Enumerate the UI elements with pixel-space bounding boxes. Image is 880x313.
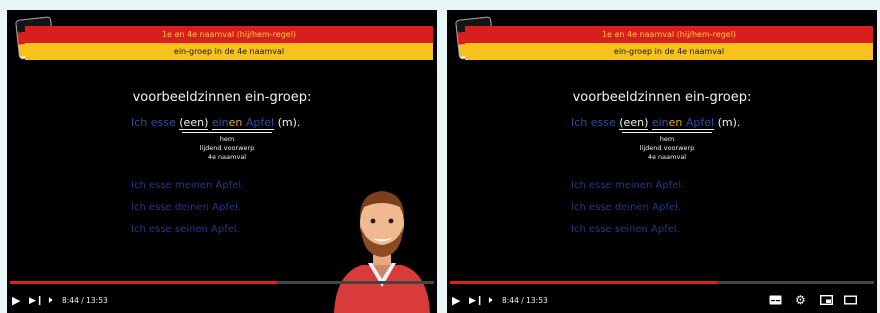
- example-line: Ich esse seinen Apfel.: [571, 224, 680, 235]
- banner-title: 1e en 4e naamval (hij/hem-regel): [25, 26, 433, 43]
- gloss-object: lijdend voorwerp: [199, 144, 255, 152]
- banner-subtitle: ein-groep in de 4e naamval: [25, 43, 433, 60]
- sentence-ending: en: [228, 116, 243, 129]
- example-sentence: Ich esse (een) einen Apfel (m).: [131, 116, 301, 130]
- sentence-gender: (m).: [717, 116, 741, 129]
- gloss: hem lijdend voorwerp 4e naamval: [167, 135, 287, 162]
- sentence-ending: en: [668, 116, 683, 129]
- example-line: Ich esse meinen Apfel.: [131, 180, 245, 191]
- slide-heading: voorbeeldzinnen ein-groep:: [132, 90, 312, 105]
- example-line: Ich esse deinen Apfel.: [131, 202, 241, 213]
- volume-icon[interactable]: 🕨: [486, 294, 492, 308]
- example-line: Ich esse deinen Apfel.: [571, 202, 681, 213]
- gloss-line: [622, 132, 712, 133]
- sentence-noun: Apfel: [685, 116, 715, 129]
- progress-bar[interactable]: [10, 281, 434, 284]
- sentence-article: (een): [619, 116, 649, 130]
- example-line: Ich esse meinen Apfel.: [571, 180, 685, 191]
- example-line: Ich esse seinen Apfel.: [131, 224, 240, 235]
- video-player[interactable]: 1e en 4e naamval (hij/hem-regel) ein-gro…: [7, 10, 437, 313]
- time-display: 8:44 / 13:53: [502, 296, 548, 305]
- gear-icon[interactable]: ⚙: [795, 293, 806, 307]
- slide-heading: voorbeeldzinnen ein-groep:: [572, 90, 752, 105]
- play-icon[interactable]: ▶: [12, 294, 20, 308]
- player-controls: ▶ ▶❙ 🕨 8:44 / 13:53 ⚙: [447, 291, 877, 311]
- video-player[interactable]: 1e en 4e naamval (hij/hem-regel) ein-gro…: [447, 10, 877, 313]
- player-controls: ▶ ▶❙ 🕨 8:44 / 13:53: [7, 291, 437, 311]
- next-icon[interactable]: ▶❙: [469, 294, 483, 308]
- sentence-article: (een): [179, 116, 209, 130]
- sentence-ein: ein: [651, 116, 669, 129]
- banner-subtitle: ein-groep in de 4e naamval: [465, 43, 873, 60]
- banner-title: 1e en 4e naamval (hij/hem-regel): [465, 26, 873, 43]
- sentence-ein: ein: [211, 116, 229, 129]
- next-icon[interactable]: ▶❙: [29, 294, 43, 308]
- time-display: 8:44 / 13:53: [62, 296, 108, 305]
- sentence-gender: (m).: [277, 116, 301, 129]
- progress-fill: [10, 281, 278, 284]
- sentence-ich: Ich esse: [571, 116, 616, 129]
- title-banner: 1e en 4e naamval (hij/hem-regel) ein-gro…: [25, 26, 433, 60]
- sentence-noun: Apfel: [245, 116, 275, 129]
- title-banner: 1e en 4e naamval (hij/hem-regel) ein-gro…: [465, 26, 873, 60]
- theater-icon[interactable]: [844, 295, 857, 305]
- example-sentence: Ich esse (een) einen Apfel (m).: [571, 116, 741, 130]
- gloss-hem: hem: [659, 135, 675, 143]
- gloss-case: 4e naamval: [647, 153, 687, 161]
- subtitles-icon[interactable]: [769, 295, 782, 305]
- sentence-ich: Ich esse: [131, 116, 176, 129]
- gloss-line: [182, 132, 272, 133]
- progress-fill: [450, 281, 718, 284]
- gloss-case: 4e naamval: [207, 153, 247, 161]
- progress-bar[interactable]: [450, 281, 874, 284]
- gloss-hem: hem: [219, 135, 235, 143]
- volume-icon[interactable]: 🕨: [46, 294, 52, 308]
- miniplayer-icon[interactable]: [820, 295, 833, 305]
- play-icon[interactable]: ▶: [452, 294, 460, 308]
- gloss-object: lijdend voorwerp: [639, 144, 695, 152]
- gloss: hem lijdend voorwerp 4e naamval: [607, 135, 727, 162]
